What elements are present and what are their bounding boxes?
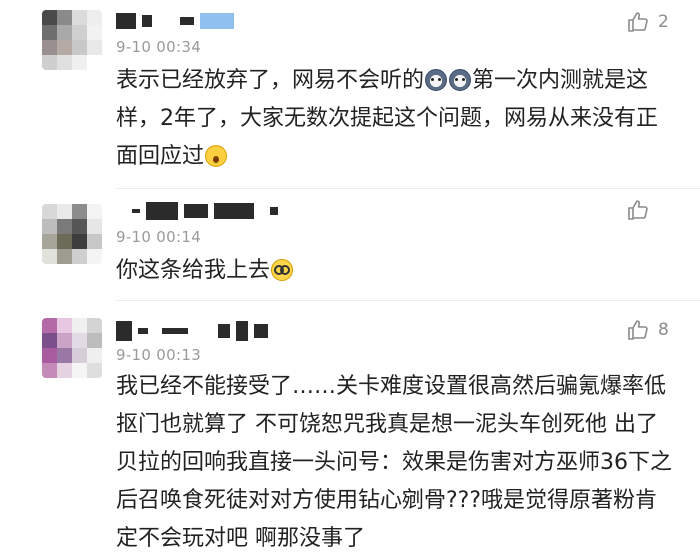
glasses-emoji-icon [271,259,294,281]
avatar-pixel [72,25,87,40]
avatar-pixel [42,10,57,25]
username-redacted[interactable] [116,200,278,222]
avatar-pixel [57,333,72,348]
thumbs-up-icon [628,200,648,220]
like-count: 2 [658,12,669,32]
comment-time: 9-10 00:13 [116,346,202,364]
avatar-pixel [87,249,102,264]
avatar-pixel [87,363,102,378]
comment-item: 9-10 00:14 你这条给我上去 [0,190,700,300]
avatar-pixel [87,10,102,25]
comment-text-part: 你这条给我上去 [116,258,271,283]
comment-text-part: 表示已经放弃了，网易不会听的 [116,68,425,93]
avatar-pixel [72,219,87,234]
avatar-pixel [72,318,87,333]
avatar-pixel [72,204,87,219]
avatar-pixel [57,348,72,363]
avatar-pixel [72,55,87,70]
avatar-pixel [42,333,57,348]
avatar-pixel [42,249,57,264]
avatar-pixel [87,333,102,348]
avatar-pixel [87,318,102,333]
avatar-pixel [57,25,72,40]
avatar-pixel [87,204,102,219]
avatar-pixel [42,234,57,249]
scream-emoji-icon [205,145,228,167]
avatar-pixel [42,348,57,363]
avatar-pixel [57,10,72,25]
avatar-pixel [57,363,72,378]
comment-text: 你这条给我上去 [116,252,676,290]
husky-emoji-icon [449,69,472,91]
divider [116,188,700,189]
avatar-pixel [42,363,57,378]
like-count: 8 [658,320,669,340]
like-button[interactable] [626,198,658,222]
avatar-pixel [87,219,102,234]
avatar-pixel [42,204,57,219]
avatar-pixel [57,318,72,333]
thumbs-up-icon [628,320,648,340]
avatar-pixel [42,25,57,40]
husky-emoji-icon [425,69,448,91]
avatar-pixel [72,234,87,249]
thumbs-up-icon [628,12,648,32]
avatar[interactable] [42,204,102,264]
comment-item: 9-10 00:13 8 我已经不能接受了……关卡难度设置很高然后骗氪爆率低抠门… [0,300,700,551]
avatar-pixel [57,40,72,55]
avatar-pixel [87,55,102,70]
avatar-pixel [42,55,57,70]
comment-text: 表示已经放弃了，网易不会听的 第一次内测就是这样，2年了，大家无数次提起这个问题，… [116,62,676,176]
avatar-pixel [72,348,87,363]
avatar-pixel [57,55,72,70]
comment-time: 9-10 00:34 [116,38,202,56]
avatar-pixel [72,363,87,378]
avatar-pixel [57,234,72,249]
comment-text: 我已经不能接受了……关卡难度设置很高然后骗氪爆率低抠门也就算了 不可饶恕咒我真是… [116,374,672,551]
comment-time: 9-10 00:14 [116,228,202,246]
avatar-pixel [57,249,72,264]
avatar-pixel [42,219,57,234]
avatar-pixel [57,219,72,234]
avatar-pixel [87,348,102,363]
avatar[interactable] [42,10,102,70]
avatar-pixel [57,204,72,219]
avatar-pixel [72,40,87,55]
username-redacted[interactable] [116,320,268,342]
like-button[interactable]: 2 [626,10,669,34]
comment-item: 9-10 00:34 2 表示已经放弃了，网易不会听的 第一次内测就是这样，2年了… [0,0,700,190]
avatar-pixel [42,318,57,333]
avatar-pixel [87,25,102,40]
avatar-pixel [72,249,87,264]
avatar[interactable] [42,318,102,378]
avatar-pixel [72,10,87,25]
like-button[interactable]: 8 [626,318,669,342]
username-redacted[interactable] [116,10,234,32]
avatar-pixel [87,234,102,249]
avatar-pixel [87,40,102,55]
avatar-pixel [72,333,87,348]
avatar-pixel [42,40,57,55]
